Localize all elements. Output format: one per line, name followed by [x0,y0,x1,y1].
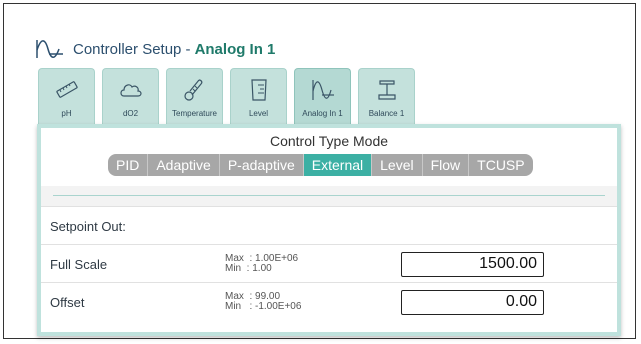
setpoint-out-label: Setpoint Out: [50,218,126,234]
controller-tabs: pH dO2 Temperature Level Analog In 1 Bal… [38,68,422,124]
full-scale-min: Min : 1.00 [225,263,272,274]
full-scale-input[interactable] [401,251,544,277]
offset-row: Offset Max : 99.00 Min : -1.00E+06 [41,282,617,321]
tab-label: dO2 [122,109,139,118]
mode-option-tcusp[interactable]: TCUSP [469,154,532,176]
mode-option-level[interactable]: Level [372,154,423,176]
control-type-mode-title: Control Type Mode [269,133,389,149]
ph-probe-icon [55,81,78,98]
settings-panel: Control Type Mode PID Adaptive P-adaptiv… [37,124,621,336]
scale-icon [377,80,396,100]
mode-option-flow[interactable]: Flow [423,154,470,176]
tab-label: pH [61,109,72,118]
offset-limits: Max : 99.00 Min : -1.00E+06 [225,292,301,312]
divider [53,195,605,196]
tab-label: Temperature [172,109,217,118]
tab-label: Analog In 1 [302,109,343,118]
offset-label: Offset [50,294,85,310]
control-type-mode-selector: PID Adaptive P-adaptive External Level F… [108,154,533,176]
offset-min: Min : -1.00E+06 [225,301,302,312]
thermometer-icon [183,79,202,101]
tab-label: Level [248,109,269,118]
full-scale-label: Full Scale [50,256,108,272]
full-scale-limits: Max : 1.00E+06 Min : 1.00 [225,254,298,274]
beaker-icon [250,79,267,101]
controller-setup-window: Controller Setup - Analog In 1 pH dO2 Te… [3,3,636,339]
tab-ph[interactable]: pH [38,68,95,124]
page-title-prefix: Controller Setup - [73,40,191,58]
tab-label: Balance 1 [368,109,405,118]
section-separator [41,186,617,206]
mode-option-pid[interactable]: PID [108,154,149,176]
analog-wave-icon [311,80,334,100]
page-title: Controller Setup - Analog In 1 [35,35,275,63]
tab-temperature[interactable]: Temperature [166,68,223,124]
page-title-name: Analog In 1 [194,40,276,58]
setpoint-out-row: Setpoint Out: [41,206,617,245]
cloud-icon [119,84,142,97]
tab-balance-1[interactable]: Balance 1 [358,68,415,124]
tab-analog-in-1[interactable]: Analog In 1 [294,68,351,124]
tab-do2[interactable]: dO2 [102,68,159,124]
mode-option-external[interactable]: External [303,154,373,176]
analog-wave-icon [36,40,63,58]
tab-level[interactable]: Level [230,68,287,124]
mode-option-adaptive[interactable]: Adaptive [148,154,220,176]
full-scale-row: Full Scale Max : 1.00E+06 Min : 1.00 [41,244,617,283]
mode-option-p-adaptive[interactable]: P-adaptive [220,154,304,176]
offset-input[interactable] [401,289,544,315]
